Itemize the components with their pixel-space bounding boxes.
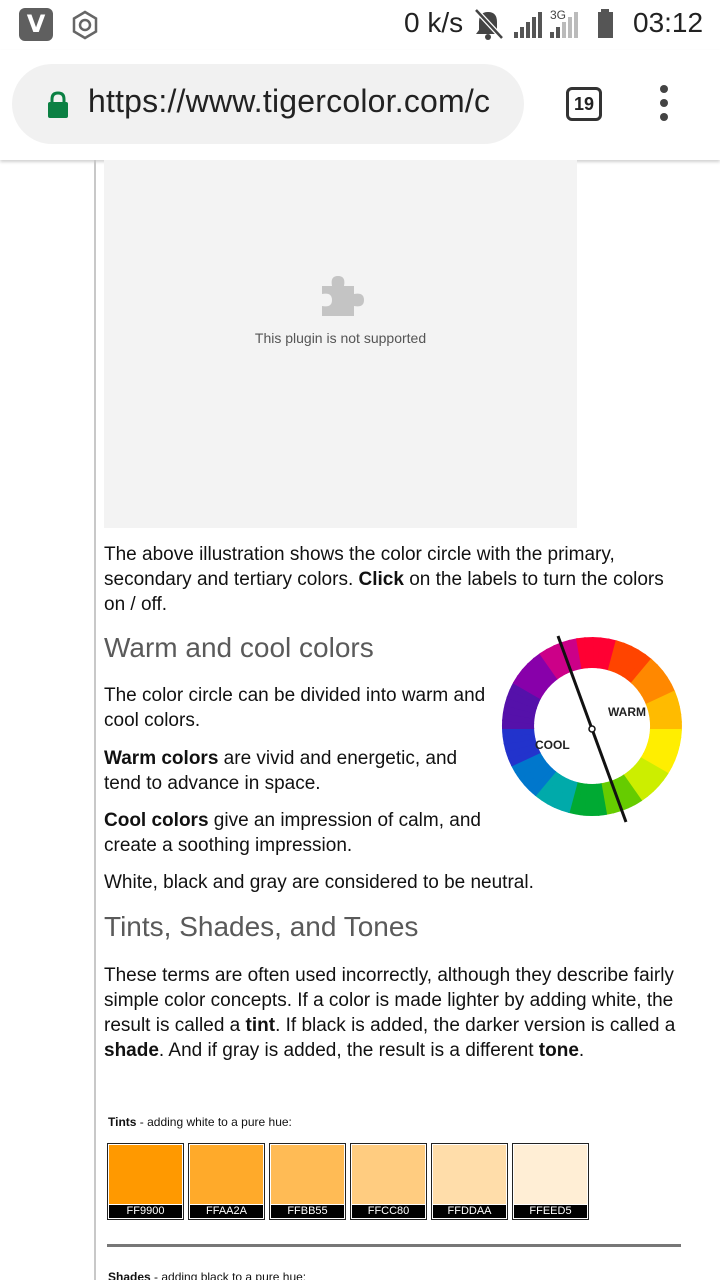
tint-swatch: FFAA2A [188,1143,265,1220]
warm-cool-p3: Cool colors give an impression of calm, … [104,810,481,856]
cool-label: COOL [535,738,570,752]
divider [107,1244,681,1247]
network-speed: 0 k/s [404,7,464,38]
tint-hex-label: FFCC80 [352,1205,425,1218]
tab-switcher-button[interactable]: 19 [566,87,602,121]
warm-cool-p4: White, black and gray are considered to … [104,872,534,893]
tint-swatch: FFCC80 [350,1143,427,1220]
warm-label: WARM [608,705,646,719]
puzzle-piece-icon [322,276,364,316]
color-wheel-image: WARM COOL [501,635,682,823]
tints-swatches: FF9900 FFAA2A FFBB55 FFCC80 FFDDAA FFEED5 [107,1143,589,1221]
status-icons: 3G [474,8,613,40]
menu-icon[interactable] [652,85,676,125]
notifications-off-icon [474,8,504,40]
tint-hex-label: FFDDAA [433,1205,506,1218]
intro-paragraph: The above illustration shows the color c… [104,544,664,615]
url-text[interactable]: https://www.tigercolor.com/c [88,83,508,120]
settings-hex-icon [72,10,98,40]
tint-hex-label: FF9900 [109,1205,182,1218]
lock-icon [48,91,68,118]
warm-cool-heading: Warm and cool colors [104,632,374,663]
clock: 03:12 [633,7,704,38]
tint-swatch: FFDDAA [431,1143,508,1220]
tints-shades-heading: Tints, Shades, and Tones [104,911,419,942]
address-bar[interactable]: https://www.tigercolor.com/c [12,64,524,144]
shades-label: Shades - adding black to a pure hue: [108,1270,307,1280]
status-bar: V 0 k/s 3G 03:12 [0,0,720,50]
click-bold: Click [358,569,404,590]
tint-swatch: FFEED5 [512,1143,589,1220]
plugin-message: This plugin is not supported [254,330,427,346]
tint-hex-label: FFAA2A [190,1205,263,1218]
tints-shades-paragraph: These terms are often used incorrectly, … [104,965,676,1061]
signal-icon [514,12,542,38]
tints-label: Tints - adding white to a pure hue: [108,1115,292,1129]
tint-hex-label: FFEED5 [514,1205,587,1218]
network-type: 3G [550,8,566,22]
plugin-placeholder: This plugin is not supported [104,160,577,528]
browser-toolbar: https://www.tigercolor.com/c 19 [0,50,720,160]
tint-swatch: FFBB55 [269,1143,346,1220]
battery-icon [598,9,613,38]
content-border [94,160,96,1280]
tint-hex-label: FFBB55 [271,1205,344,1218]
warm-cool-p1: The color circle can be divided into war… [104,685,486,731]
warm-cool-p2: Warm colors are vivid and energetic, and… [104,748,458,794]
app-badge-icon: V [19,8,53,41]
tint-swatch: FF9900 [107,1143,184,1220]
